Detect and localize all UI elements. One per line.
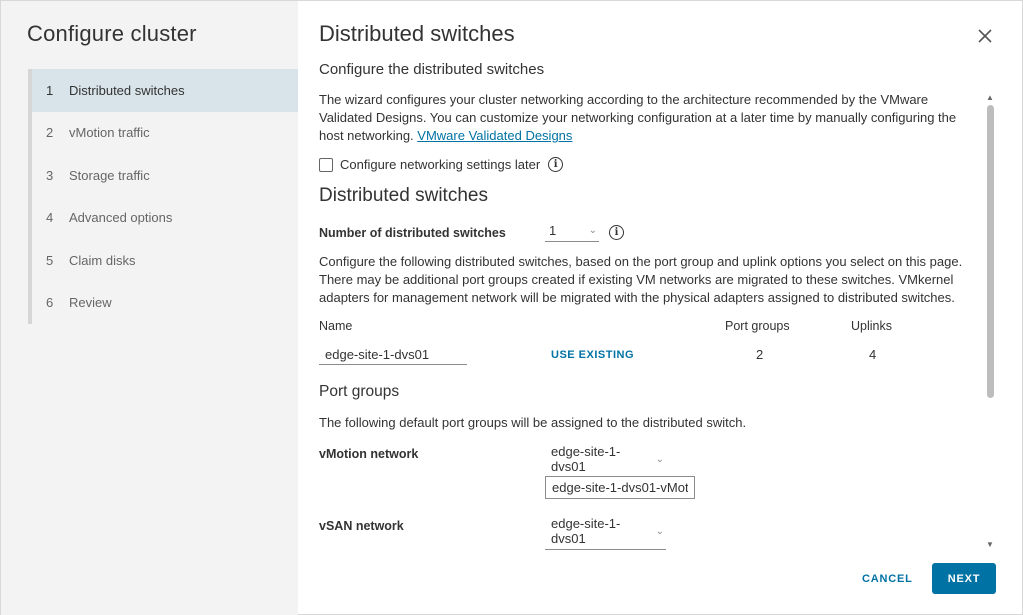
vsan-network-label: vSAN network (319, 519, 404, 533)
step-vmotion-traffic[interactable]: 2 vMotion traffic (32, 112, 298, 155)
vmotion-portgroup-input[interactable] (545, 476, 695, 499)
port-groups-title: Port groups (319, 383, 400, 400)
step-advanced-options[interactable]: 4 Advanced options (32, 197, 298, 240)
step-label: Storage traffic (69, 167, 150, 183)
use-existing-button[interactable]: USE EXISTING (551, 349, 634, 361)
step-label: Advanced options (69, 210, 173, 226)
page-subtitle: Configure the distributed switches (319, 61, 545, 78)
vmotion-switch-select[interactable]: edge-site-1-dvs01 ⌄ (545, 444, 666, 478)
num-switches-row: Number of distributed switches 1 ⌄ i (319, 223, 624, 242)
chevron-down-icon: ⌄ (655, 453, 664, 465)
close-button[interactable] (974, 25, 996, 47)
step-number: 5 (46, 252, 54, 268)
col-header-name: Name (319, 319, 353, 333)
step-storage-traffic[interactable]: 3 Storage traffic (32, 154, 298, 197)
cancel-button[interactable]: CANCEL (850, 566, 925, 592)
step-claim-disks[interactable]: 5 Claim disks (32, 239, 298, 282)
content-scrollbar[interactable]: ▲ ▼ (984, 93, 996, 549)
vsan-switch-select[interactable]: edge-site-1-dvs01 ⌄ (545, 516, 666, 550)
chevron-down-icon: ⌄ (655, 525, 664, 537)
step-number: 2 (46, 125, 54, 141)
scroll-thumb[interactable] (987, 105, 994, 398)
configure-later-checkbox[interactable] (319, 157, 333, 172)
step-distributed-switches[interactable]: 1 Distributed switches (32, 69, 298, 112)
chevron-down-icon: ⌄ (588, 225, 597, 236)
wizard-steps: 1 Distributed switches 2 vMotion traffic… (28, 69, 298, 324)
col-header-port-groups: Port groups (725, 319, 790, 333)
scroll-down-icon[interactable]: ▼ (986, 540, 994, 549)
step-label: vMotion traffic (69, 125, 150, 141)
info-icon[interactable]: i (609, 225, 624, 240)
configure-cluster-dialog: Configure cluster 1 Distributed switches… (0, 0, 1023, 615)
vvd-link[interactable]: VMware Validated Designs (417, 128, 572, 143)
configure-later-row: Configure networking settings later i (319, 157, 564, 172)
wizard-title: Configure cluster (27, 21, 197, 46)
col-header-uplinks: Uplinks (851, 319, 892, 333)
next-button[interactable]: NEXT (932, 563, 996, 594)
page-title: Distributed switches (319, 21, 515, 46)
wizard-sidebar: Configure cluster 1 Distributed switches… (1, 1, 298, 615)
switch-name-input[interactable] (319, 345, 467, 365)
intro-body: The wizard configures your cluster netwo… (319, 92, 957, 143)
step-label: Claim disks (69, 252, 136, 268)
configure-later-label[interactable]: Configure networking settings later (340, 157, 540, 172)
step-number: 1 (46, 82, 54, 98)
step-number: 6 (46, 295, 54, 311)
close-icon (978, 29, 992, 43)
scroll-up-icon[interactable]: ▲ (986, 93, 994, 102)
section-title-distributed-switches: Distributed switches (319, 185, 488, 206)
step-review[interactable]: 6 Review (32, 282, 298, 325)
port-groups-description: The following default port groups will b… (319, 415, 747, 430)
vsan-switch-value: edge-site-1-dvs01 (551, 516, 621, 546)
config-description: Configure the following distributed swit… (319, 254, 963, 305)
intro-text: The wizard configures your cluster netwo… (319, 91, 979, 145)
step-label: Review (69, 295, 112, 311)
vmotion-network-label: vMotion network (319, 447, 419, 461)
num-switches-select[interactable]: 1 ⌄ (545, 223, 599, 242)
uplinks-count: 4 (869, 347, 877, 362)
step-label: Distributed switches (69, 82, 185, 98)
step-number: 4 (46, 210, 54, 226)
port-groups-count: 2 (756, 347, 764, 362)
wizard-main: Distributed switches Configure the distr… (298, 1, 1023, 615)
info-icon[interactable]: i (548, 157, 564, 172)
num-switches-label: Number of distributed switches (319, 225, 506, 240)
step-number: 3 (46, 167, 54, 183)
vmotion-switch-value: edge-site-1-dvs01 (551, 444, 621, 474)
num-switches-value: 1 (549, 223, 557, 238)
